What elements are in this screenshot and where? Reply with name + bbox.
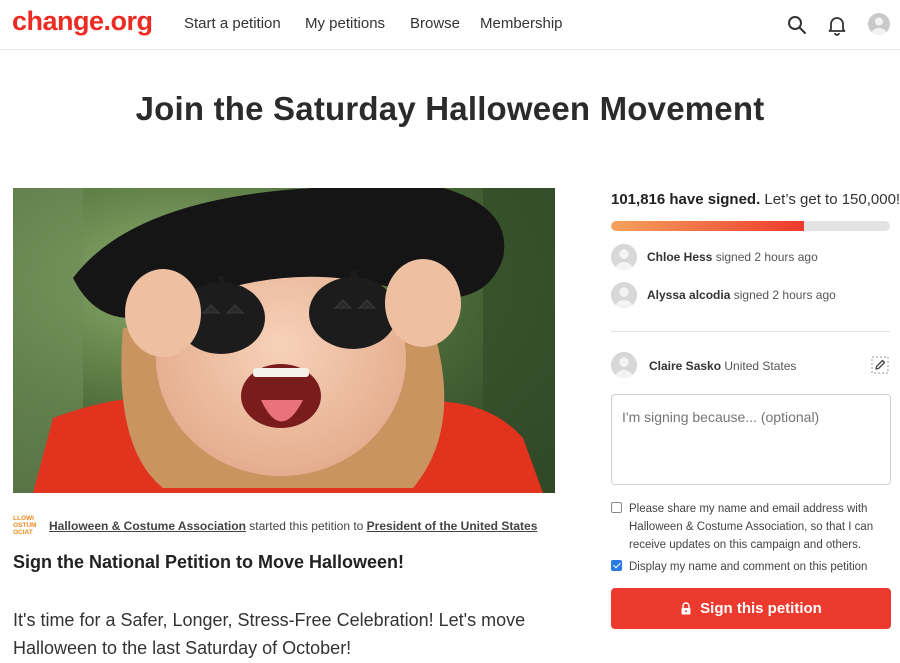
signature-count: 101,816 have signed. Let’s get to 150,00… (611, 191, 900, 208)
user-silhouette-icon (871, 17, 887, 35)
signature-goal: Let’s get to 150,000! (760, 191, 900, 208)
share-info-checkbox[interactable] (611, 502, 622, 513)
starter-middle-text: started this petition to (245, 519, 367, 533)
display-name-label[interactable]: Display my name and comment on this peti… (629, 558, 891, 576)
petition-hero-image (13, 188, 555, 493)
current-user-avatar (611, 352, 637, 378)
petition-title: Join the Saturday Halloween Movement (135, 90, 765, 127)
change-org-logo[interactable]: change.org (12, 6, 153, 37)
signer-time: signed 2 hours ago (730, 288, 836, 302)
petition-starter-line: Halloween & Costume Association started … (49, 519, 537, 533)
bell-icon[interactable] (825, 13, 849, 37)
petition-body-text: It's time for a Safer, Longer, Stress-Fr… (13, 610, 526, 658)
signature-progress-bar (611, 221, 890, 231)
decision-maker-link[interactable]: President of the United States (367, 519, 538, 533)
signature-count-number: 101,816 have signed. (611, 191, 761, 208)
edit-icon[interactable] (871, 356, 889, 374)
current-user-location: United States (721, 359, 797, 373)
user-avatar[interactable] (868, 13, 890, 35)
signer-text: Alyssa alcodia signed 2 hours ago (647, 288, 836, 302)
starter-name-link[interactable]: Halloween & Costume Association (49, 519, 246, 533)
halloween-association-logo[interactable]: LLOWI OSTUM OCIAT (13, 515, 41, 539)
share-info-label[interactable]: Please share my name and email address w… (629, 500, 891, 554)
comment-textarea[interactable] (611, 394, 891, 485)
lock-icon (681, 602, 691, 615)
user-silhouette-icon (615, 357, 633, 378)
top-navigation-bar: change.org Start a petition My petitions… (0, 0, 900, 50)
current-user-name: Claire Sasko (649, 359, 722, 373)
sign-petition-button[interactable]: Sign this petition (611, 588, 891, 629)
signer-name: Alyssa alcodia (647, 288, 731, 302)
section-divider (611, 331, 890, 332)
petition-heading: Sign the National Petition to Move Hallo… (13, 552, 405, 572)
user-silhouette-icon (615, 249, 633, 270)
signature-progress-fill (611, 221, 804, 231)
user-silhouette-icon (615, 287, 633, 308)
nav-my-petitions[interactable]: My petitions (305, 15, 385, 32)
search-icon[interactable] (785, 13, 809, 37)
nav-start-a-petition[interactable]: Start a petition (184, 15, 281, 32)
display-name-checkbox[interactable] (611, 560, 622, 571)
signer-avatar (611, 282, 637, 308)
signer-name: Chloe Hess (647, 250, 713, 264)
nav-browse[interactable]: Browse (410, 15, 460, 32)
sign-petition-label: Sign this petition (700, 600, 822, 617)
starter-logo-text: LLOWI OSTUM OCIAT (13, 515, 37, 536)
signer-time: signed 2 hours ago (712, 250, 818, 264)
current-user-text: Claire Sasko United States (649, 359, 796, 373)
signer-avatar (611, 244, 637, 270)
nav-membership[interactable]: Membership (480, 15, 563, 32)
signer-text: Chloe Hess signed 2 hours ago (647, 250, 818, 264)
